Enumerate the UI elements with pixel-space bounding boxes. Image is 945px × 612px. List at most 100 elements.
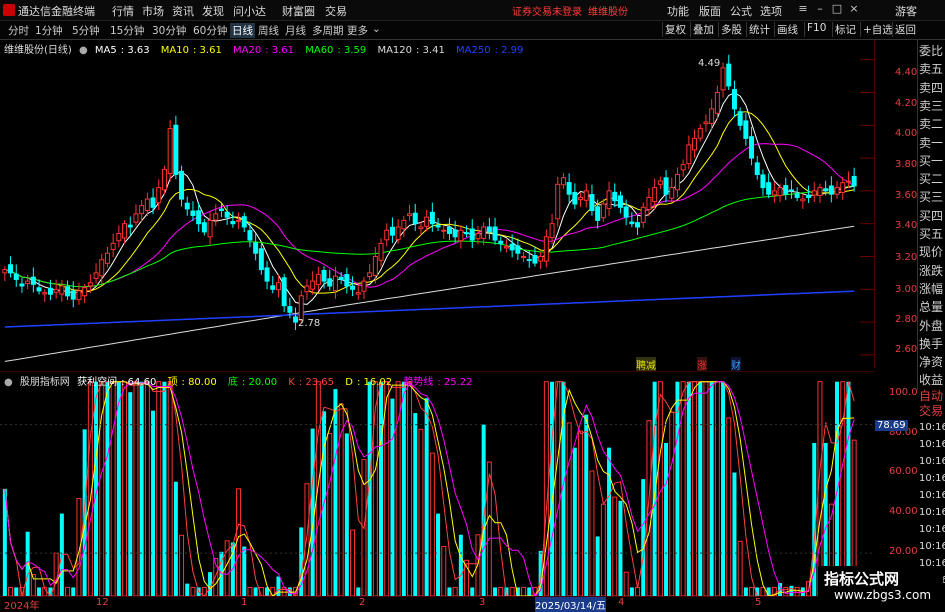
- overlay-button[interactable]: 叠加: [690, 22, 716, 37]
- candle-body: [230, 221, 236, 225]
- draw-line-button[interactable]: 画线: [774, 22, 800, 37]
- candle-body: [566, 182, 572, 195]
- menu-item-ask[interactable]: 问小达: [233, 3, 266, 19]
- candle-body: [720, 67, 726, 91]
- menu-item-trade[interactable]: 交易: [325, 3, 347, 19]
- candle-body: [338, 276, 344, 280]
- settings-circle-icon[interactable]: ●: [79, 45, 88, 56]
- period-60min[interactable]: 60分钟: [193, 23, 227, 38]
- back-button[interactable]: 返回: [892, 22, 918, 37]
- candle-body: [87, 282, 93, 287]
- side-item: 卖五: [919, 62, 944, 77]
- indicator-name: 股朋指标网: [19, 377, 70, 388]
- param-bottom: 底: 20.00: [227, 377, 278, 388]
- indicator-chart[interactable]: [0, 371, 875, 596]
- candle-body: [264, 267, 270, 282]
- period-30min[interactable]: 30分钟: [152, 23, 186, 38]
- candle-body: [59, 285, 65, 295]
- date-tick: 3: [479, 597, 486, 608]
- settings-circle-icon[interactable]: ●: [4, 377, 13, 388]
- menu-item-functions[interactable]: 功能: [667, 3, 689, 19]
- candle-body: [127, 224, 133, 228]
- ma5-label: MA5: 3.63: [94, 45, 150, 56]
- period-multi[interactable]: 多周期: [312, 23, 344, 38]
- candle-body: [196, 210, 202, 225]
- menu-item-formula[interactable]: 公式: [730, 3, 752, 19]
- indicator-bar: [641, 479, 646, 596]
- candle-body: [851, 176, 857, 187]
- close-icon[interactable]: ×: [846, 1, 862, 17]
- menu-item-wealth[interactable]: 财富圈: [282, 3, 315, 19]
- candle-body: [281, 277, 287, 307]
- more-chevron-icon[interactable]: ⌄: [372, 23, 381, 35]
- f10-button[interactable]: F10: [804, 22, 828, 37]
- menu-item-discover[interactable]: 发现: [202, 3, 224, 19]
- period-tick[interactable]: 分时: [8, 23, 29, 38]
- candle-body: [156, 187, 162, 204]
- menu-icon[interactable]: ≡: [795, 1, 811, 17]
- candle-body: [589, 194, 595, 212]
- candle-body: [99, 259, 105, 277]
- menu-item-layout[interactable]: 版面: [699, 3, 721, 19]
- period-15min[interactable]: 15分钟: [110, 23, 144, 38]
- maximize-icon[interactable]: □: [829, 1, 845, 17]
- candle-body: [173, 124, 179, 175]
- candlestick-chart[interactable]: [0, 40, 875, 368]
- candle-body: [344, 274, 350, 287]
- time-row: 10:16: [919, 456, 945, 467]
- y-tick: 3.80: [895, 159, 918, 170]
- period-more[interactable]: 更多: [347, 23, 368, 38]
- add-watchlist-button[interactable]: +自选: [860, 22, 895, 37]
- candle-body: [492, 226, 498, 241]
- candle-body: [378, 242, 384, 261]
- watermark: 指标公式网 www.zbgs3.com: [818, 566, 943, 608]
- candle-body: [13, 273, 19, 280]
- side-item: 卖四: [919, 80, 944, 95]
- menu-item-quotes[interactable]: 行情: [112, 3, 134, 19]
- statistics-button[interactable]: 统计: [746, 22, 772, 37]
- stock-link[interactable]: 维维股份: [588, 3, 628, 18]
- period-weekly[interactable]: 周线: [258, 23, 279, 38]
- side-item: 净资: [919, 355, 944, 370]
- indicator-bar: [743, 587, 748, 596]
- date-tick: 5: [755, 597, 762, 608]
- date-axis: 2024年 12 1 2 3 2025/03/14/五 4 5: [0, 596, 875, 612]
- candle-body: [458, 229, 464, 242]
- candle-body: [150, 197, 156, 208]
- indicator-bar: [333, 389, 338, 596]
- side-item: 总量: [919, 300, 944, 315]
- candle-body: [213, 213, 219, 221]
- candle-body: [253, 242, 259, 254]
- time-row: 10:16: [919, 541, 945, 552]
- login-notice[interactable]: 证券交易未登录: [512, 3, 582, 18]
- ma10-label: MA10: 3.61: [160, 45, 222, 56]
- indicator-bar: [584, 414, 589, 596]
- event-marker[interactable]: 涨: [697, 357, 707, 372]
- candle-body: [560, 177, 566, 186]
- candle-body: [600, 203, 606, 219]
- ind-y-tick: 20.00: [889, 546, 918, 557]
- multi-stock-button[interactable]: 多股: [718, 22, 744, 37]
- menu-item-news[interactable]: 资讯: [172, 3, 194, 19]
- period-monthly[interactable]: 月线: [285, 23, 306, 38]
- candle-body: [287, 306, 293, 313]
- menu-item-options[interactable]: 选项: [760, 3, 782, 19]
- candle-body: [418, 226, 424, 230]
- period-daily[interactable]: 日线: [230, 23, 255, 38]
- candle-body: [207, 219, 213, 238]
- event-marker[interactable]: 聘减: [636, 357, 656, 372]
- menu-item-market[interactable]: 市场: [142, 3, 164, 19]
- period-5min[interactable]: 5分钟: [72, 23, 100, 38]
- period-1min[interactable]: 1分钟: [35, 23, 63, 38]
- minimize-icon[interactable]: –: [812, 1, 828, 17]
- candle-body: [521, 255, 527, 258]
- user-label[interactable]: 游客: [895, 3, 917, 19]
- restore-rights-button[interactable]: 复权: [662, 22, 688, 37]
- indicator-bar: [675, 381, 680, 596]
- mark-button[interactable]: 标记: [832, 22, 858, 37]
- date-tick: 2024年: [4, 601, 40, 612]
- event-marker[interactable]: 财: [731, 357, 741, 372]
- candle-body: [218, 208, 224, 212]
- auto-trade-button[interactable]: 自动 交易: [917, 387, 945, 421]
- time-row: 10:16: [919, 524, 945, 535]
